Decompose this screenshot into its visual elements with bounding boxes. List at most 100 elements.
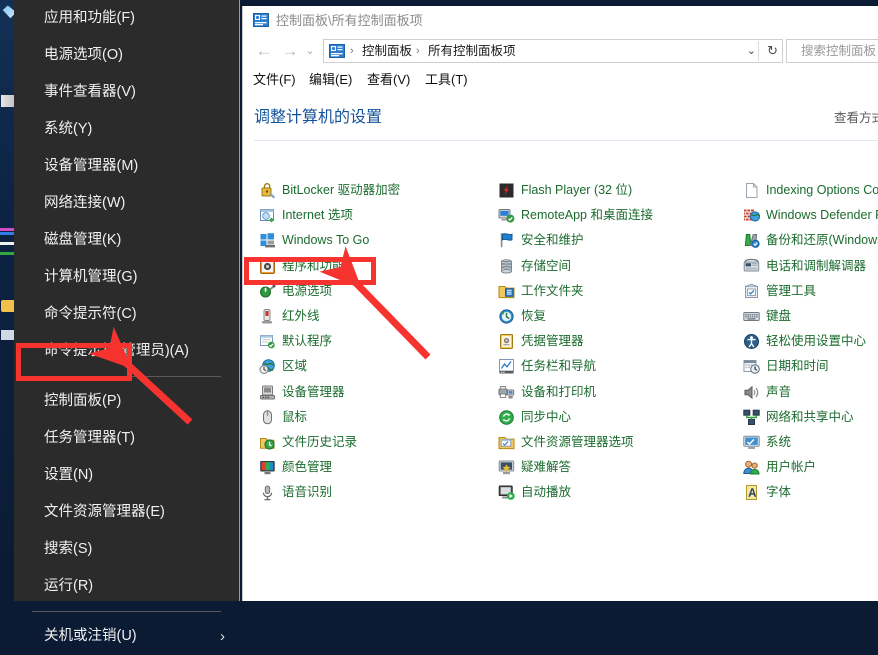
control-panel-item[interactable]: 同步中心 — [498, 407, 730, 429]
internet-options-icon — [259, 207, 276, 224]
refresh-button[interactable]: ↻ — [767, 40, 778, 62]
control-panel-item[interactable]: 日期和时间 — [743, 356, 878, 378]
menu-item-10[interactable]: 控制面板(P) — [14, 383, 239, 420]
indexing-options-icon — [743, 182, 760, 199]
control-panel-item-label: 字体 — [766, 482, 791, 503]
menu-tools[interactable]: 工具(T) — [425, 66, 468, 94]
view-by-label[interactable]: 查看方式 — [834, 107, 878, 126]
control-panel-item[interactable]: 轻松使用设置中心 — [743, 331, 878, 353]
control-panel-item[interactable]: RemoteApp 和桌面连接 — [498, 205, 730, 227]
menu-item-14[interactable]: 搜索(S) — [14, 531, 239, 568]
control-panel-item-label: 工作文件夹 — [521, 281, 584, 302]
menu-item-3[interactable]: 系统(Y) — [14, 111, 239, 148]
control-panel-item[interactable]: 字体 — [743, 482, 878, 504]
control-panel-item[interactable]: 自动播放 — [498, 482, 730, 504]
menu-bar[interactable]: 文件(F) 编辑(E) 查看(V) 工具(T) — [243, 66, 878, 94]
menu-item-12[interactable]: 设置(N) — [14, 457, 239, 494]
menu-item-13[interactable]: 文件资源管理器(E) — [14, 494, 239, 531]
back-button[interactable]: ← — [251, 36, 277, 66]
phone-modem-icon — [743, 258, 760, 275]
menu-item-16[interactable]: 关机或注销(U)› — [14, 618, 239, 655]
devices-printers-icon — [498, 384, 515, 401]
sound-icon — [743, 384, 760, 401]
control-panel-item[interactable]: 文件资源管理器选项 — [498, 432, 730, 454]
control-panel-item[interactable]: Internet 选项 — [259, 205, 484, 227]
control-panel-item[interactable]: 设备和打印机 — [498, 382, 730, 404]
control-panel-item[interactable]: 任务栏和导航 — [498, 356, 730, 378]
control-panel-item-label: 电话和调制解调器 — [766, 256, 866, 277]
breadcrumb-item-1[interactable]: 所有控制面板项 — [428, 40, 516, 62]
menu-item-9[interactable]: 命令提示符(管理员)(A) — [14, 333, 239, 370]
control-panel-item[interactable]: Windows Defender F — [743, 205, 878, 227]
flash-player-icon — [498, 182, 515, 199]
control-panel-item[interactable]: 默认程序 — [259, 331, 484, 353]
control-panel-item-label: 安全和维护 — [521, 230, 584, 251]
navigation-toolbar[interactable]: ← → ⌄ ↑ › 控制面板 › 所有控制面板项 ⌄ ↻ 搜索控制面板 — [243, 36, 878, 66]
storage-spaces-icon — [498, 258, 515, 275]
control-panel-item-label: 鼠标 — [282, 407, 307, 428]
control-panel-item[interactable]: 网络和共享中心 — [743, 407, 878, 429]
control-panel-item[interactable]: 设备管理器 — [259, 382, 484, 404]
control-panel-item[interactable]: 疑难解答 — [498, 457, 730, 479]
control-panel-item[interactable]: 工作文件夹 — [498, 281, 730, 303]
control-panel-item[interactable]: 存储空间 — [498, 256, 730, 278]
menu-file[interactable]: 文件(F) — [253, 66, 296, 94]
menu-edit[interactable]: 编辑(E) — [309, 66, 352, 94]
control-panel-item[interactable]: 安全和维护 — [498, 230, 730, 252]
menu-item-6[interactable]: 磁盘管理(K) — [14, 222, 239, 259]
menu-item-label: 网络连接(W) — [44, 195, 125, 211]
control-panel-item[interactable]: 电源选项 — [259, 281, 484, 303]
control-panel-item[interactable]: 声音 — [743, 382, 878, 404]
control-panel-item[interactable]: 颜色管理 — [259, 457, 484, 479]
menu-item-8[interactable]: 命令提示符(C) — [14, 296, 239, 333]
control-panel-item[interactable]: 电话和调制解调器 — [743, 256, 878, 278]
control-panel-item[interactable]: Indexing Options Co — [743, 180, 878, 202]
control-panel-item-label: BitLocker 驱动器加密 — [282, 180, 400, 201]
menu-item-2[interactable]: 事件查看器(V) — [14, 74, 239, 111]
win-x-quick-access-menu[interactable]: 应用和功能(F) 电源选项(O) 事件查看器(V) 系统(Y)设备管理器(M) 网络连接… — [14, 0, 240, 601]
menu-item-5[interactable]: 网络连接(W) — [14, 185, 239, 222]
address-bar[interactable]: › 控制面板 › 所有控制面板项 ⌄ ↻ — [323, 39, 783, 63]
control-panel-item[interactable]: 语音识别 — [259, 482, 484, 504]
control-panel-item[interactable]: 文件历史记录 — [259, 432, 484, 454]
control-panel-item[interactable]: 程序和功能 — [259, 256, 484, 278]
menu-item-15[interactable]: 运行(R) — [14, 568, 239, 605]
search-input[interactable]: 搜索控制面板 — [786, 39, 878, 63]
control-panel-item[interactable]: Windows To Go — [259, 230, 484, 252]
control-panel-item[interactable]: 系统 — [743, 432, 878, 454]
control-panel-item[interactable]: BitLocker 驱动器加密 — [259, 180, 484, 202]
remoteapp-icon — [498, 207, 515, 224]
desktop-icon-4 — [0, 232, 14, 235]
control-panel-item-label: 疑难解答 — [521, 457, 571, 478]
menu-item-label: 运行(R) — [44, 578, 93, 594]
address-chevron-down-icon[interactable]: ⌄ — [747, 40, 756, 62]
control-panel-item[interactable]: 备份和还原(Windows — [743, 230, 878, 252]
menu-item-1[interactable]: 电源选项(O) — [14, 37, 239, 74]
menu-item-0[interactable]: 应用和功能(F) — [14, 0, 239, 37]
control-panel-item-label: Windows To Go — [282, 230, 369, 251]
menu-view[interactable]: 查看(V) — [367, 66, 410, 94]
menu-item-label: 事件查看器(V) — [44, 84, 136, 100]
control-panel-item[interactable]: 管理工具 — [743, 281, 878, 303]
breadcrumb-item-0[interactable]: 控制面板 — [362, 40, 412, 62]
control-panel-items-grid[interactable]: BitLocker 驱动器加密 Internet 选项 Windows To Go 程… — [243, 180, 878, 510]
control-panel-item[interactable]: 凭据管理器 — [498, 331, 730, 353]
control-panel-item[interactable]: Flash Player (32 位) — [498, 180, 730, 202]
menu-item-4[interactable]: 设备管理器(M) — [14, 148, 239, 185]
menu-item-7[interactable]: 计算机管理(G) — [14, 259, 239, 296]
control-panel-item[interactable]: 区域 — [259, 356, 484, 378]
menu-item-11[interactable]: 任务管理器(T) — [14, 420, 239, 457]
control-panel-item[interactable]: 键盘 — [743, 306, 878, 328]
control-panel-item-label: Flash Player (32 位) — [521, 180, 632, 201]
control-panel-item[interactable]: 红外线 — [259, 306, 484, 328]
control-panel-item-label: 存储空间 — [521, 256, 571, 277]
menu-item-label: 应用和功能(F) — [44, 10, 135, 26]
forward-button[interactable]: → — [277, 36, 303, 66]
control-panel-item-label: Internet 选项 — [282, 205, 353, 226]
control-panel-item-label: 日期和时间 — [766, 356, 829, 377]
menu-item-label: 设置(N) — [44, 467, 93, 483]
default-programs-icon — [259, 333, 276, 350]
control-panel-item[interactable]: 鼠标 — [259, 407, 484, 429]
control-panel-item[interactable]: 恢复 — [498, 306, 730, 328]
control-panel-item[interactable]: 用户帐户 — [743, 457, 878, 479]
